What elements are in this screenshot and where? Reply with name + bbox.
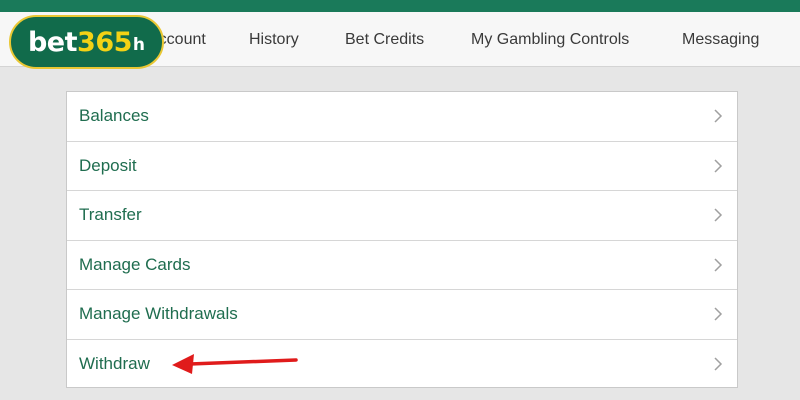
chevron-right-icon [714, 258, 723, 272]
chevron-right-icon [714, 208, 723, 222]
account-menu-list: Balances Deposit Transfer Manage Cards M… [66, 91, 738, 388]
menu-item-label: Manage Withdrawals [79, 304, 238, 324]
menu-item-manage-withdrawals[interactable]: Manage Withdrawals [67, 290, 737, 340]
menu-item-withdraw[interactable]: Withdraw [67, 340, 737, 390]
bet365-logo[interactable]: bet 365 h [9, 15, 164, 69]
logo-text-bet: bet [27, 26, 78, 58]
logo-text-365: 365 [77, 26, 132, 58]
chevron-right-icon [714, 357, 723, 371]
menu-item-label: Deposit [79, 155, 137, 175]
menu-item-manage-cards[interactable]: Manage Cards [67, 241, 737, 290]
menu-item-balances[interactable]: Balances [67, 92, 737, 142]
menu-item-label: Withdraw [79, 354, 150, 374]
chevron-right-icon [714, 109, 723, 123]
menu-item-label: Balances [79, 106, 149, 126]
chevron-right-icon [714, 159, 723, 173]
menu-item-deposit[interactable]: Deposit [67, 142, 737, 191]
menu-item-label: Transfer [79, 205, 142, 225]
menu-item-label: Manage Cards [79, 254, 191, 274]
logo-text-suffix: h [132, 35, 146, 55]
nav-item-messaging[interactable]: Messaging [682, 12, 759, 67]
top-green-strip [0, 0, 800, 12]
nav-item-bet-credits[interactable]: Bet Credits [345, 12, 424, 67]
menu-item-transfer[interactable]: Transfer [67, 191, 737, 241]
chevron-right-icon [714, 307, 723, 321]
nav-item-history[interactable]: History [249, 12, 299, 67]
nav-item-gambling-controls[interactable]: My Gambling Controls [471, 12, 629, 67]
